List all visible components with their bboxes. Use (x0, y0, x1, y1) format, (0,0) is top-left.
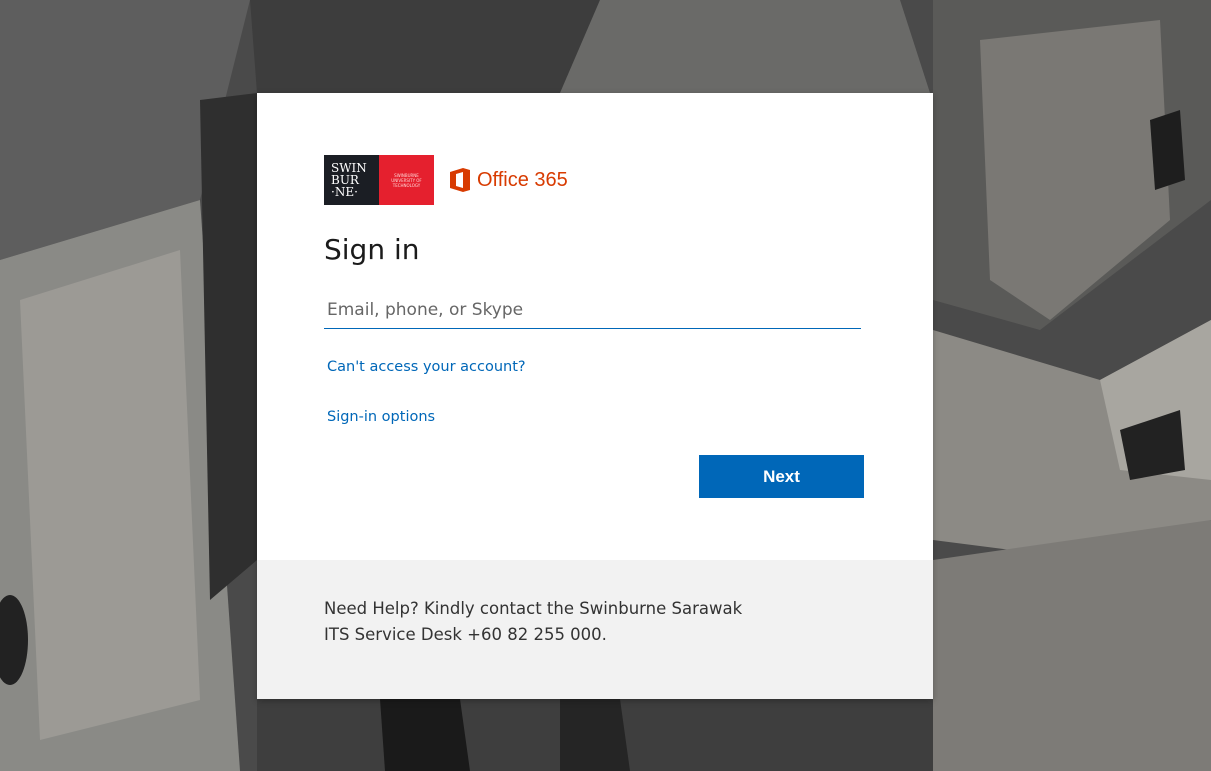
page-title: Sign in (324, 233, 420, 266)
swinburne-logo-red: SWINBURNE UNIVERSITY OF TECHNOLOGY (379, 155, 434, 205)
office-logo: Office 365 (450, 168, 568, 192)
help-footer: Need Help? Kindly contact the Swinburne … (257, 560, 933, 699)
next-button[interactable]: Next (699, 455, 864, 498)
signin-options-link[interactable]: Sign-in options (327, 409, 435, 425)
help-text-line-2: ITS Service Desk +60 82 255 000. (324, 625, 607, 644)
office-365-text: Office 365 (477, 168, 568, 191)
signin-card: SWIN BUR ·NE· SWINBURNE UNIVERSITY OF TE… (257, 93, 933, 699)
swin-sub-3: TECHNOLOGY (392, 182, 421, 188)
cant-access-account-link[interactable]: Can't access your account? (327, 359, 526, 375)
swinburne-logo: SWIN BUR ·NE· (324, 155, 379, 205)
logo-row: SWIN BUR ·NE· SWINBURNE UNIVERSITY OF TE… (324, 155, 568, 205)
email-input[interactable] (324, 291, 861, 329)
swin-line-3: ·NE· (331, 185, 358, 199)
help-text-line-1: Need Help? Kindly contact the Swinburne … (324, 599, 743, 618)
office-logo-icon (450, 168, 470, 192)
help-text: Need Help? Kindly contact the Swinburne … (324, 596, 884, 648)
